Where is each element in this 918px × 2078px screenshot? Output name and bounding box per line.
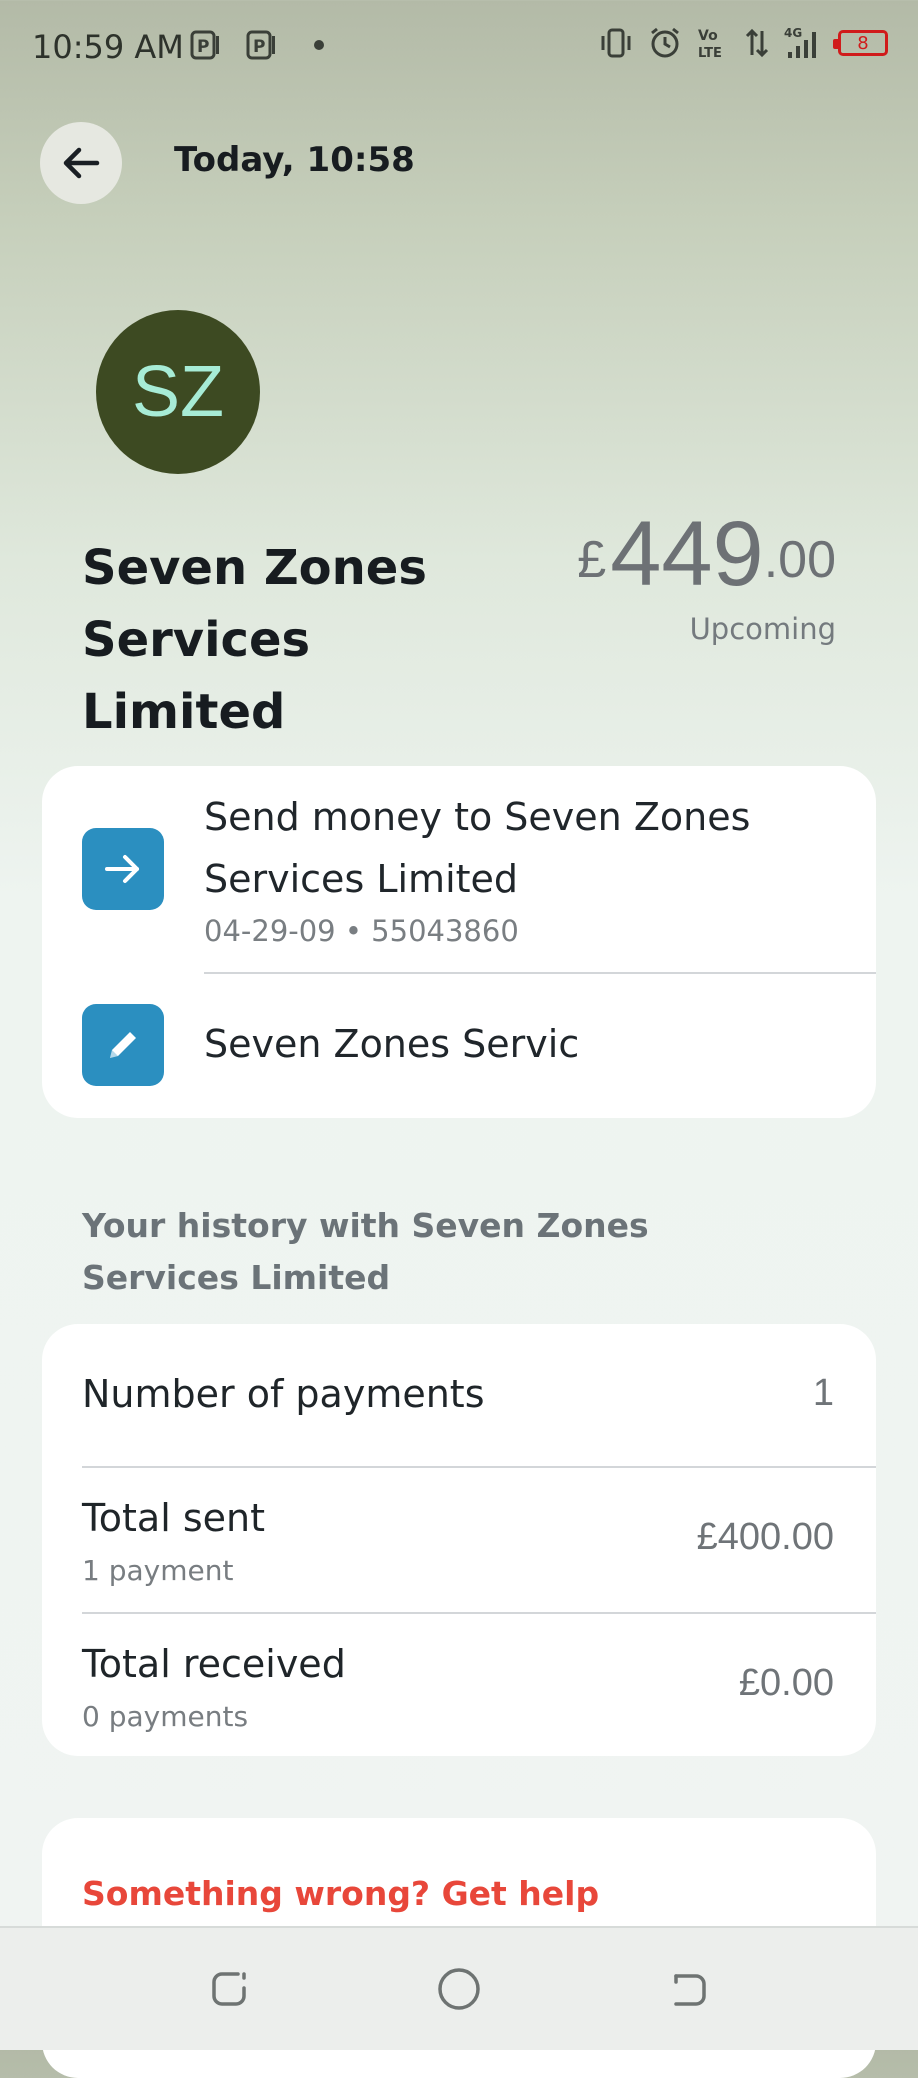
transaction-amount: £ 449 .00 [577, 508, 836, 600]
data-arrows-icon [745, 28, 769, 58]
history-row-sub: 1 payment [82, 1554, 234, 1587]
arrow-right-icon [105, 855, 139, 883]
history-row-value: £0.00 [738, 1662, 834, 1704]
history-row-label: Total received [82, 1642, 346, 1686]
edit-icon-tile [82, 1004, 164, 1086]
pencil-icon [110, 1032, 136, 1058]
volte-icon: Vo LTE [698, 28, 722, 60]
svg-text:P: P [197, 37, 209, 57]
amount-currency: £ [577, 531, 607, 589]
back-nav-icon[interactable] [664, 1964, 714, 2014]
status-time: 10:59 AM [32, 28, 184, 66]
alarm-icon [651, 27, 679, 58]
edit-reference-label: Seven Zones Servic [204, 1022, 580, 1066]
history-row-label: Total sent [82, 1496, 265, 1540]
battery-icon: 8 [833, 30, 888, 56]
parking-app-icon: P [246, 30, 275, 60]
history-section-title: Your history with Seven Zones Services L… [82, 1206, 649, 1297]
svg-text:4G: 4G [784, 26, 802, 40]
history-row-label: Number of payments [82, 1372, 485, 1416]
divider [82, 1466, 876, 1468]
account-details: 04-29-09 • 55043860 [204, 914, 519, 948]
recent-apps-icon[interactable] [204, 1964, 254, 2014]
history-row-value: £400.00 [696, 1516, 834, 1558]
avatar-initials: SZ [131, 352, 224, 432]
edit-reference-item[interactable]: Seven Zones Servic [42, 974, 876, 1118]
page-title: Today, 10:58 [174, 140, 415, 180]
divider [82, 1612, 876, 1614]
merchant-name: Seven Zones Services Limited [82, 540, 427, 740]
status-icons: Vo LTE 4G 8 [598, 26, 888, 60]
send-icon-tile [82, 828, 164, 910]
history-row-sub: 0 payments [82, 1700, 249, 1733]
actions-card: Send money to Seven Zones Services Limit… [42, 766, 876, 1118]
parking-app-icon: P [190, 30, 219, 60]
vibrate-icon [601, 28, 631, 58]
notification-dot [314, 40, 324, 50]
avatar: SZ [96, 310, 260, 474]
home-icon[interactable] [434, 1964, 484, 2014]
transaction-status: Upcoming [689, 612, 836, 646]
amount-integer: 449 [610, 503, 764, 605]
get-help-link[interactable]: Something wrong? Get help [82, 1874, 599, 1913]
svg-text:P: P [253, 37, 265, 57]
history-card: Number of payments 1 Total sent 1 paymen… [42, 1324, 876, 1756]
amount-decimal: .00 [763, 531, 836, 589]
svg-text:LTE: LTE [698, 46, 722, 60]
send-money-title: Send money to Seven Zones Services Limit… [204, 795, 751, 901]
send-money-item[interactable]: Send money to Seven Zones Services Limit… [42, 766, 876, 974]
status-bar: 10:59 AM P P Vo LTE 4G 8 [0, 0, 918, 92]
svg-text:Vo: Vo [698, 28, 718, 44]
history-row-value: 1 [812, 1372, 834, 1414]
signal-4g-icon: 4G [784, 26, 816, 58]
arrow-left-icon [63, 147, 100, 179]
battery-level: 8 [857, 32, 869, 54]
system-nav-bar [0, 1926, 918, 2050]
back-button[interactable] [40, 122, 122, 204]
